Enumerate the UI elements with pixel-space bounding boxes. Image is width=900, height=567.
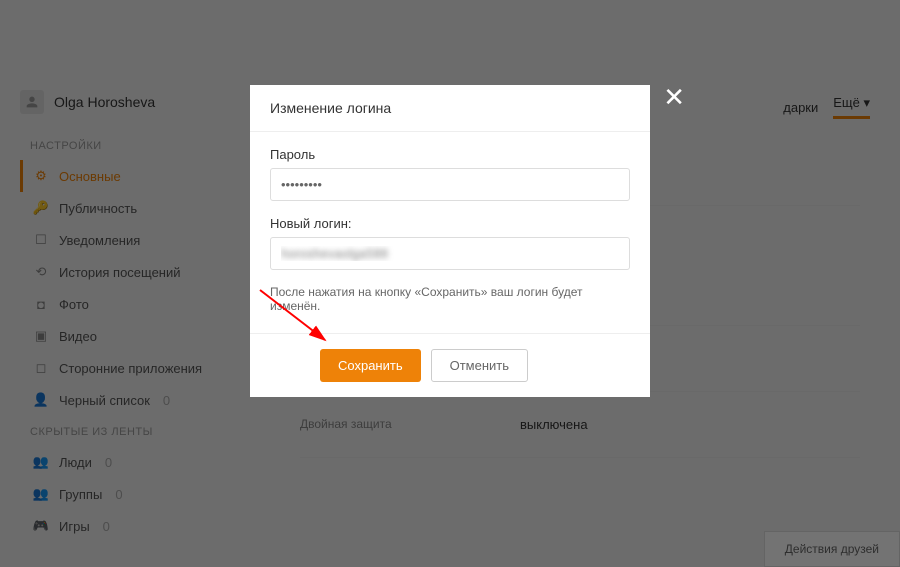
login-label: Новый логин:	[270, 216, 630, 231]
password-input[interactable]	[270, 168, 630, 201]
new-login-input[interactable]	[270, 237, 630, 270]
close-button[interactable]: ✕	[663, 82, 685, 113]
modal-title: Изменение логина	[250, 85, 650, 132]
password-label: Пароль	[270, 147, 630, 162]
save-button[interactable]: Сохранить	[320, 349, 421, 382]
cancel-button[interactable]: Отменить	[431, 349, 528, 382]
modal-hint: После нажатия на кнопку «Сохранить» ваш …	[270, 285, 630, 313]
modal-overlay: ✕ Изменение логина Пароль Новый логин: П…	[0, 0, 900, 567]
change-login-modal: ✕ Изменение логина Пароль Новый логин: П…	[250, 85, 650, 397]
